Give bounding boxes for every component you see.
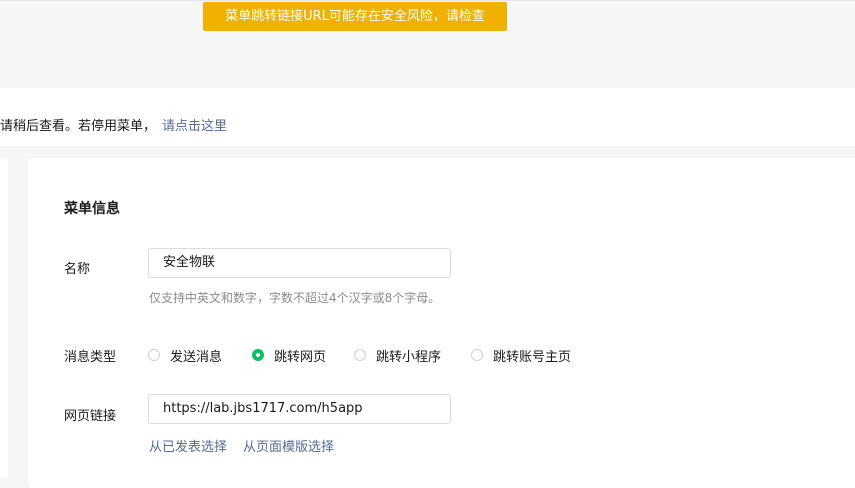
notice-message: 请稍后查看。若停用菜单， bbox=[0, 119, 157, 134]
select-from-template-link[interactable]: 从页面模版选择 bbox=[243, 440, 334, 455]
radio-jump-webpage[interactable]: 跳转网页 bbox=[252, 346, 326, 365]
radio-label: 跳转小程序 bbox=[376, 349, 442, 365]
radio-send-message[interactable]: 发送消息 bbox=[148, 346, 222, 365]
select-from-published-link[interactable]: 从已发表选择 bbox=[149, 440, 227, 455]
url-input[interactable]: https://lab.jbs1717.com/h5app bbox=[148, 394, 451, 424]
radio-label: 跳转账号主页 bbox=[493, 349, 572, 365]
notice-text: 请稍后查看。若停用菜单， 请点击这里 bbox=[0, 118, 227, 136]
menu-info-card: 菜单信息 名称 安全物联 仅支持中英文和数字，字数不超过4个汉字或8个字母。 消… bbox=[28, 158, 855, 488]
message-type-radio-group: 发送消息 跳转网页 跳转小程序 跳转账号主页 bbox=[148, 346, 571, 365]
url-source-links: 从已发表选择 从页面模版选择 bbox=[149, 436, 334, 455]
message-type-label: 消息类型 bbox=[64, 350, 117, 365]
menu-name-input[interactable]: 安全物联 bbox=[148, 248, 451, 278]
url-label: 网页链接 bbox=[64, 409, 117, 424]
name-label: 名称 bbox=[64, 262, 91, 277]
disable-menu-link[interactable]: 请点击这里 bbox=[162, 119, 227, 134]
name-hint: 仅支持中英文和数字，字数不超过4个汉字或8个字母。 bbox=[149, 291, 441, 305]
section-title: 菜单信息 bbox=[64, 201, 120, 217]
radio-label: 发送消息 bbox=[170, 349, 223, 365]
radio-circle-icon bbox=[471, 349, 484, 361]
warning-toast: 菜单跳转链接URL可能存在安全风险，请检查 bbox=[203, 2, 507, 31]
menu-preview-panel bbox=[0, 158, 8, 478]
radio-jump-account-home[interactable]: 跳转账号主页 bbox=[471, 346, 571, 365]
radio-checked-icon bbox=[252, 349, 265, 361]
radio-circle-icon bbox=[148, 349, 160, 361]
radio-label: 跳转网页 bbox=[274, 349, 327, 365]
notice-bar: 请稍后查看。若停用菜单， 请点击这里 bbox=[0, 88, 855, 146]
radio-jump-miniprogram[interactable]: 跳转小程序 bbox=[354, 346, 441, 365]
radio-circle-icon bbox=[354, 349, 367, 361]
